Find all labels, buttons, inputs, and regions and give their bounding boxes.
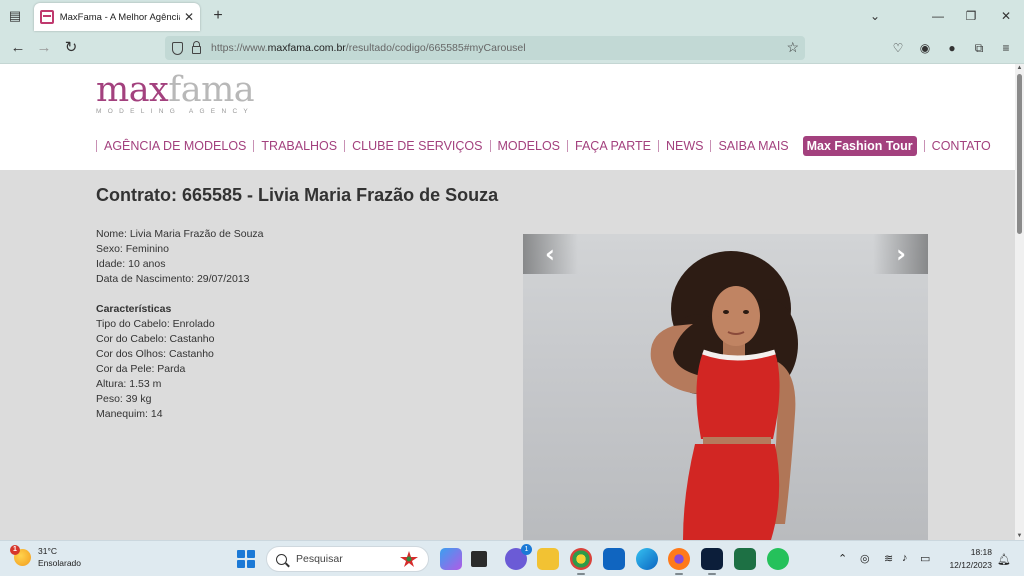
bookmark-star-icon[interactable]: ☆ <box>786 39 799 56</box>
browser-nav-bar: ← → ↻ https://www.maxfama.com.br/resulta… <box>0 33 1024 64</box>
address-bar[interactable]: https://www.maxfama.com.br/resultado/cod… <box>165 36 805 60</box>
extension-icon[interactable]: ● <box>944 40 960 56</box>
firefox-icon[interactable] <box>668 548 690 575</box>
menu-hamburger-icon[interactable]: ≡ <box>998 40 1014 56</box>
taskbar-clock[interactable]: 18:18 12/12/2023 <box>944 546 992 572</box>
search-highlight-decoration-icon <box>400 551 418 567</box>
tracking-protection-shield-icon[interactable] <box>172 41 183 55</box>
menu-item-faca-parte[interactable]: FAÇA PARTE <box>567 140 658 152</box>
browser-tab-bar: ▤ MaxFama - A Melhor Agência d ✕ + ⌄ — ❐… <box>0 0 1024 33</box>
weather-alert-badge: 1 <box>10 544 20 555</box>
menu-item-modelos[interactable]: MODELOS <box>489 140 568 152</box>
page-scrollbar[interactable]: ▲ ▼ <box>1015 64 1024 540</box>
tab-close-icon[interactable]: ✕ <box>184 10 194 24</box>
weather-widget[interactable]: 1 31°C Ensolarado <box>10 544 82 569</box>
account-icon[interactable]: ◉ <box>917 40 933 56</box>
info-tipo-cabelo: Tipo do Cabelo: Enrolado <box>96 318 215 330</box>
file-explorer-icon[interactable] <box>537 548 559 570</box>
weather-desc: Ensolarado <box>38 558 82 568</box>
info-nascimento: Data de Nascimento: 29/07/2013 <box>96 273 250 285</box>
info-nome: Nome: Livia Maria Frazão de Souza <box>96 228 264 240</box>
info-cor-olhos: Cor dos Olhos: Castanho <box>96 348 214 360</box>
scroll-up-arrow-icon[interactable]: ▲ <box>1015 64 1024 72</box>
model-info: Nome: Livia Maria Frazão de Souza Sexo: … <box>96 227 264 422</box>
back-button[interactable]: ← <box>8 38 28 58</box>
start-button-windows-icon[interactable] <box>237 550 255 568</box>
model-photo <box>650 251 798 540</box>
menu-item-clube[interactable]: CLUBE DE SERVIÇOS <box>344 140 489 152</box>
info-altura: Altura: 1.53 m <box>96 378 162 390</box>
forward-button[interactable]: → <box>34 38 54 58</box>
menu-item-trabalhos[interactable]: TRABALHOS <box>253 140 344 152</box>
chevron-right-icon: › <box>896 240 906 268</box>
menu-item-news[interactable]: NEWS <box>657 140 711 152</box>
web-page: maxfama MODELING AGENCY AGÊNCIA DE MODEL… <box>0 64 1015 540</box>
outlook-icon[interactable] <box>603 548 625 570</box>
minimize-button[interactable]: — <box>927 6 949 26</box>
chrome-icon[interactable] <box>570 548 592 575</box>
show-hidden-icons-chevron-icon[interactable]: ⌃ <box>838 552 847 565</box>
volume-icon[interactable]: ♪ <box>902 552 908 564</box>
menu-item-saiba-mais[interactable]: SAIBA MAIS <box>710 140 795 152</box>
reload-button[interactable]: ↻ <box>61 38 81 58</box>
new-tab-button[interactable]: + <box>209 7 227 25</box>
logo-tagline: MODELING AGENCY <box>96 108 255 115</box>
browser-tab-active[interactable]: MaxFama - A Melhor Agência d ✕ <box>34 3 200 31</box>
site-header: maxfama MODELING AGENCY AGÊNCIA DE MODEL… <box>0 64 1015 170</box>
chat-badge: 1 <box>521 544 532 555</box>
pocket-icon[interactable]: ♡ <box>890 40 906 56</box>
scroll-down-arrow-icon[interactable]: ▼ <box>1015 532 1024 540</box>
photo-carousel[interactable]: ‹ › <box>523 234 928 540</box>
clock-date: 12/12/2023 <box>949 560 992 570</box>
info-idade: Idade: 10 anos <box>96 258 166 270</box>
photoshop-icon[interactable] <box>701 548 723 575</box>
scroll-thumb[interactable] <box>1017 74 1022 234</box>
search-icon <box>276 553 287 565</box>
excel-icon[interactable] <box>734 548 756 570</box>
menu-item-agencia[interactable]: AGÊNCIA DE MODELOS <box>96 140 253 152</box>
chevron-left-icon: ‹ <box>545 240 555 268</box>
edge-icon[interactable] <box>636 548 658 570</box>
site-favicon-icon <box>40 10 54 24</box>
search-placeholder: Pesquisar <box>296 553 343 565</box>
carousel-prev-button[interactable]: ‹ <box>523 234 578 274</box>
secure-lock-icon[interactable] <box>192 41 201 54</box>
url-text[interactable]: https://www.maxfama.com.br/resultado/cod… <box>211 42 526 54</box>
info-cor-cabelo: Cor do Cabelo: Castanho <box>96 333 215 345</box>
battery-icon[interactable]: ▭ <box>920 552 930 565</box>
copilot-app-icon[interactable] <box>440 548 462 570</box>
info-manequim: Manequim: 14 <box>96 408 163 420</box>
extensions-puzzle-icon[interactable]: ⧉ <box>971 40 987 56</box>
weather-temp: 31°C <box>38 546 57 556</box>
tab-title: MaxFama - A Melhor Agência d <box>59 11 180 23</box>
carousel-next-button[interactable]: › <box>873 234 928 274</box>
main-menu: AGÊNCIA DE MODELOS TRABALHOS CLUBE DE SE… <box>96 136 998 156</box>
wifi-icon[interactable]: ≋ <box>884 552 893 565</box>
menu-item-contato[interactable]: CONTATO <box>923 140 998 152</box>
whatsapp-icon[interactable] <box>767 548 789 570</box>
list-all-tabs-chevron-icon[interactable]: ⌄ <box>864 6 886 26</box>
teams-chat-icon[interactable]: 1 <box>505 544 532 570</box>
maxfama-logo[interactable]: maxfama MODELING AGENCY <box>96 70 255 115</box>
tab-list-icon[interactable]: ▤ <box>6 7 24 25</box>
notification-bell-icon[interactable]: 🔔︎ <box>997 553 1011 566</box>
task-view-icon[interactable] <box>471 551 487 567</box>
taskbar-search[interactable]: Pesquisar <box>266 546 429 572</box>
meet-now-icon[interactable]: ◎ <box>860 552 870 565</box>
restore-button[interactable]: ❐ <box>960 6 982 26</box>
sun-icon: 1 <box>10 544 31 566</box>
caracteristicas-heading: Características <box>96 303 172 315</box>
clock-time: 18:18 <box>970 547 992 557</box>
close-window-button[interactable]: ✕ <box>995 6 1017 26</box>
page-title: Contrato: 665585 - Livia Maria Frazão de… <box>96 185 499 205</box>
windows-taskbar: 1 31°C Ensolarado Pesquisar 1 ⌃ ◎ ≋ ♪ ▭ … <box>0 540 1024 576</box>
info-cor-pele: Cor da Pele: Parda <box>96 363 186 375</box>
menu-item-max-fashion-tour[interactable]: Max Fashion Tour <box>802 136 917 156</box>
info-peso: Peso: 39 kg <box>96 393 152 405</box>
info-sexo: Sexo: Feminino <box>96 243 169 255</box>
